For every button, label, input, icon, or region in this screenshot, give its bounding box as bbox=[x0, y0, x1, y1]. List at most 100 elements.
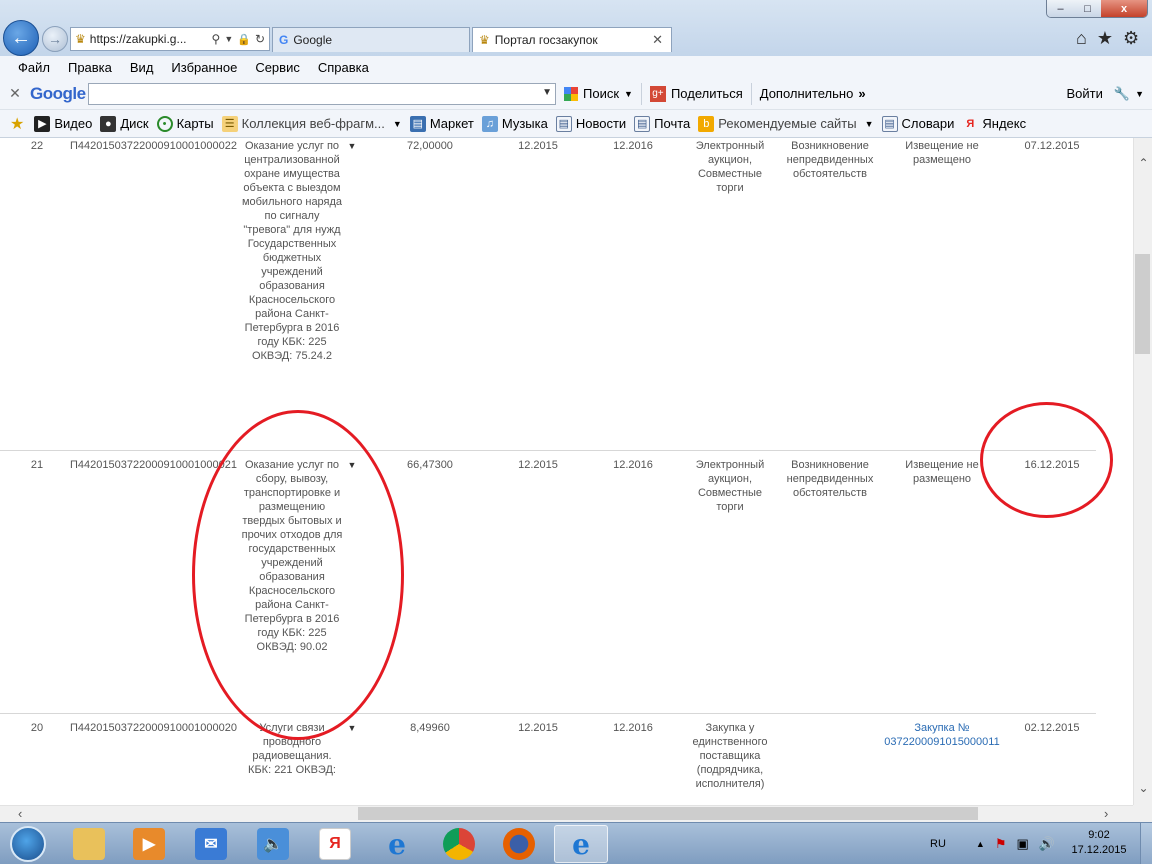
taskbar-audio[interactable]: 🔈 bbox=[246, 825, 300, 863]
scroll-down-icon[interactable]: ⌄ bbox=[1134, 781, 1152, 795]
vertical-scroll-thumb[interactable] bbox=[1135, 254, 1150, 354]
scroll-left-icon[interactable]: ‹ bbox=[18, 806, 22, 821]
fav-disk[interactable]: ● Диск bbox=[96, 115, 152, 132]
taskbar-ie-active[interactable]: e bbox=[554, 825, 608, 863]
tab-label: Портал госзакупок bbox=[494, 33, 598, 47]
ie-icon: e bbox=[388, 827, 406, 861]
start-button[interactable] bbox=[2, 824, 54, 864]
maximize-button[interactable]: □ bbox=[1074, 0, 1102, 17]
fav-music[interactable]: ♫ Музыка bbox=[478, 115, 552, 132]
fav-yandex[interactable]: Я Яндекс bbox=[958, 116, 1030, 132]
clock[interactable]: 9:02 17.12.2015 bbox=[1065, 828, 1133, 858]
end-month: 12.2016 bbox=[613, 140, 653, 152]
clock-time: 9:02 bbox=[1088, 829, 1110, 841]
share-button[interactable]: g+ Поделиться bbox=[642, 85, 751, 102]
google-search-button[interactable]: Поиск ▼ bbox=[556, 86, 641, 101]
network-icon[interactable]: ▣ bbox=[1016, 836, 1028, 852]
tab-google[interactable]: G Google bbox=[272, 27, 470, 52]
address-text: https://zakupki.g... bbox=[89, 32, 187, 46]
add-favorite-icon[interactable]: ★ bbox=[10, 114, 24, 134]
taskbar-media-player[interactable]: ▶ bbox=[122, 825, 176, 863]
amount: 8,49960 bbox=[410, 722, 450, 734]
close-window-button[interactable]: x bbox=[1101, 0, 1147, 17]
google-toolbar: ✕ Google ▼ Поиск ▼ g+ Поделиться Дополни… bbox=[0, 78, 1152, 110]
row-number: 21 bbox=[30, 459, 44, 471]
more-button[interactable]: Дополнительно » bbox=[752, 86, 874, 101]
scroll-right-icon[interactable]: › bbox=[1104, 806, 1108, 821]
clock-date: 17.12.2015 bbox=[1071, 844, 1127, 856]
annotation-ellipse-description bbox=[192, 410, 404, 740]
start-month: 12.2015 bbox=[518, 459, 558, 471]
show-desktop-button[interactable] bbox=[1140, 823, 1152, 864]
menu-view[interactable]: Вид bbox=[121, 60, 163, 75]
fav-suggested[interactable]: b Рекомендуемые сайты ▼ bbox=[694, 115, 877, 132]
site-emblem-icon: ♛ bbox=[479, 33, 490, 47]
scroll-corner bbox=[1133, 805, 1152, 822]
purchase-link[interactable]: Закупка № 0372200091015000011 bbox=[880, 721, 1004, 749]
minimize-button[interactable]: – bbox=[1047, 0, 1075, 17]
arrow-right-icon: → bbox=[48, 31, 62, 47]
refresh-icon[interactable]: ↻ bbox=[255, 32, 269, 46]
fav-webslices[interactable]: ☰ Коллекция веб-фрагм... ▼ bbox=[218, 115, 406, 132]
speaker-icon: 🔈 bbox=[257, 828, 289, 860]
tab-portal[interactable]: ♛ Портал госзакупок ✕ bbox=[472, 27, 672, 52]
scroll-up-icon[interactable]: ⌃ bbox=[1134, 156, 1152, 170]
forward-button[interactable]: → bbox=[42, 26, 68, 52]
ie-icon: e bbox=[572, 827, 590, 861]
menu-file[interactable]: Файл bbox=[0, 60, 59, 75]
action-center-icon[interactable]: ⚑ bbox=[995, 836, 1007, 852]
fav-mail[interactable]: ▤ Почта bbox=[630, 115, 694, 132]
change-reason: Возникновение непредвиденных обстоятельс… bbox=[786, 459, 874, 499]
fav-label: Диск bbox=[120, 116, 149, 131]
menu-tools[interactable]: Сервис bbox=[246, 60, 309, 75]
fav-maps[interactable]: • Карты bbox=[153, 115, 218, 132]
menu-edit[interactable]: Правка bbox=[59, 60, 121, 75]
address-bar[interactable]: ♛ https://zakupki.g... ⚲ ▼ 🔒 ↻ bbox=[70, 27, 270, 51]
yandex-icon: Я bbox=[319, 828, 351, 860]
show-hidden-icons-icon[interactable]: ▲ bbox=[976, 839, 985, 849]
lock-icon: 🔒 bbox=[237, 33, 251, 46]
fav-dictionaries[interactable]: ▤ Словари bbox=[878, 115, 959, 132]
horizontal-scroll-thumb[interactable] bbox=[358, 807, 978, 820]
fav-label: Рекомендуемые сайты bbox=[718, 116, 857, 131]
language-indicator[interactable]: RU bbox=[930, 838, 946, 850]
page-icon: ▤ bbox=[881, 115, 898, 132]
table-row: 22 П44201503722000910001000022 Оказание … bbox=[0, 138, 1096, 451]
close-tab-icon[interactable]: ✕ bbox=[652, 32, 663, 48]
fav-market[interactable]: ▤ Маркет bbox=[406, 115, 478, 132]
gear-icon[interactable]: ⚙ bbox=[1123, 28, 1139, 49]
site-emblem-icon: ♛ bbox=[75, 32, 86, 46]
dropdown-icon[interactable]: ▼ bbox=[542, 87, 552, 98]
webslice-icon: ☰ bbox=[221, 115, 238, 132]
menu-help[interactable]: Справка bbox=[309, 60, 378, 75]
back-button[interactable]: ← bbox=[3, 20, 39, 56]
taskbar-mail[interactable]: ✉ bbox=[184, 825, 238, 863]
taskbar-chrome[interactable] bbox=[432, 825, 486, 863]
arrow-left-icon: ← bbox=[11, 26, 31, 49]
expand-arrow-icon[interactable]: ▼ bbox=[346, 139, 358, 153]
share-label: Поделиться bbox=[670, 86, 743, 101]
dropdown-icon[interactable]: ▼ bbox=[224, 34, 233, 44]
music-icon: ♫ bbox=[481, 115, 498, 132]
volume-icon[interactable]: 🔊 bbox=[1039, 836, 1055, 852]
home-icon[interactable]: ⌂ bbox=[1076, 28, 1087, 49]
amount: 66,47300 bbox=[407, 459, 453, 471]
fav-label: Музыка bbox=[501, 116, 548, 131]
fav-video[interactable]: ▶ Видео bbox=[30, 115, 96, 132]
star-icon[interactable]: ★ bbox=[1097, 28, 1113, 49]
expand-arrow-icon[interactable]: ▼ bbox=[346, 721, 358, 735]
taskbar-explorer[interactable] bbox=[62, 825, 116, 863]
firefox-icon bbox=[503, 828, 535, 860]
taskbar-ie[interactable]: e bbox=[370, 825, 424, 863]
login-button[interactable]: Войти 🔧 ▼ bbox=[1059, 86, 1152, 102]
taskbar-yandex[interactable]: Я bbox=[308, 825, 362, 863]
window-controls: – □ x bbox=[1046, 0, 1148, 18]
google-search-input[interactable]: ▼ bbox=[88, 82, 556, 105]
taskbar-firefox[interactable] bbox=[492, 825, 546, 863]
fav-news[interactable]: ▤ Новости bbox=[552, 115, 630, 132]
vertical-scrollbar[interactable]: ⌃ ⌄ bbox=[1133, 138, 1152, 805]
close-icon[interactable]: ✕ bbox=[0, 85, 30, 102]
menu-favorites[interactable]: Избранное bbox=[162, 60, 246, 75]
search-icon[interactable]: ⚲ bbox=[212, 32, 221, 46]
fav-label: Маркет bbox=[429, 116, 474, 131]
